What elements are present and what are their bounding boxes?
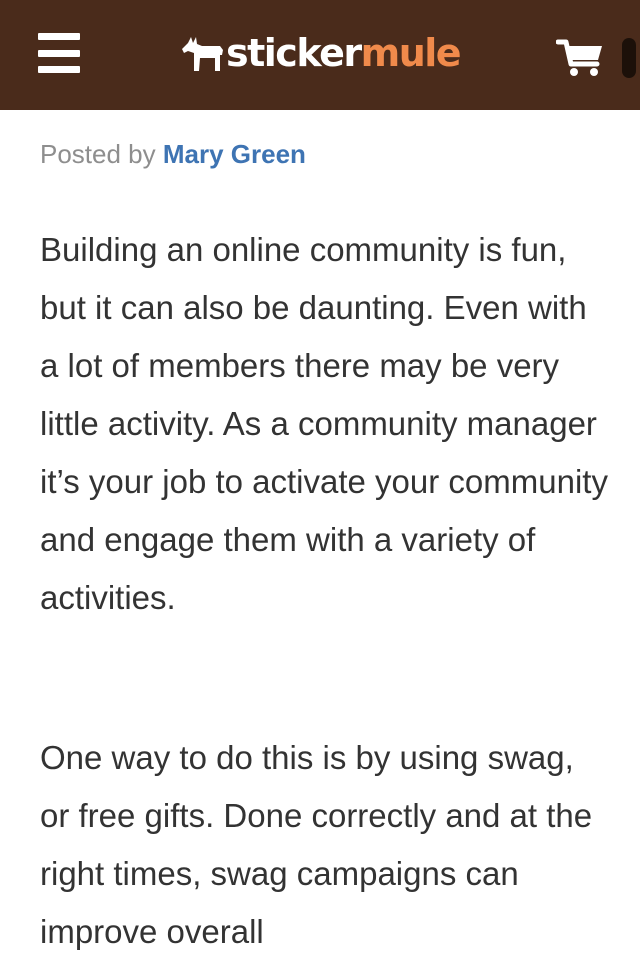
menu-line (38, 33, 80, 40)
shopping-cart-icon[interactable] (555, 36, 606, 78)
cart-glyph (555, 39, 602, 76)
posted-by-label: Posted by (40, 139, 156, 169)
logo-text-mule: mule (360, 31, 462, 75)
hamburger-menu-icon[interactable] (38, 33, 80, 73)
article-paragraph: Building an online community is fun, but… (40, 231, 608, 616)
scroll-indicator (622, 38, 636, 78)
menu-line (38, 66, 80, 73)
article-paragraph: One way to do this is by using swag, or … (40, 739, 593, 950)
logo-wordmark: stickermule (226, 31, 462, 75)
mule-icon (182, 37, 223, 71)
author-link[interactable]: Mary Green (163, 139, 306, 169)
logo-text-sticker: sticker (226, 31, 362, 75)
post-byline: Posted by Mary Green (40, 139, 306, 170)
stickermule-logo[interactable]: stickermule (180, 28, 462, 78)
menu-line (38, 49, 80, 57)
top-nav-bar: stickermule (0, 0, 640, 110)
